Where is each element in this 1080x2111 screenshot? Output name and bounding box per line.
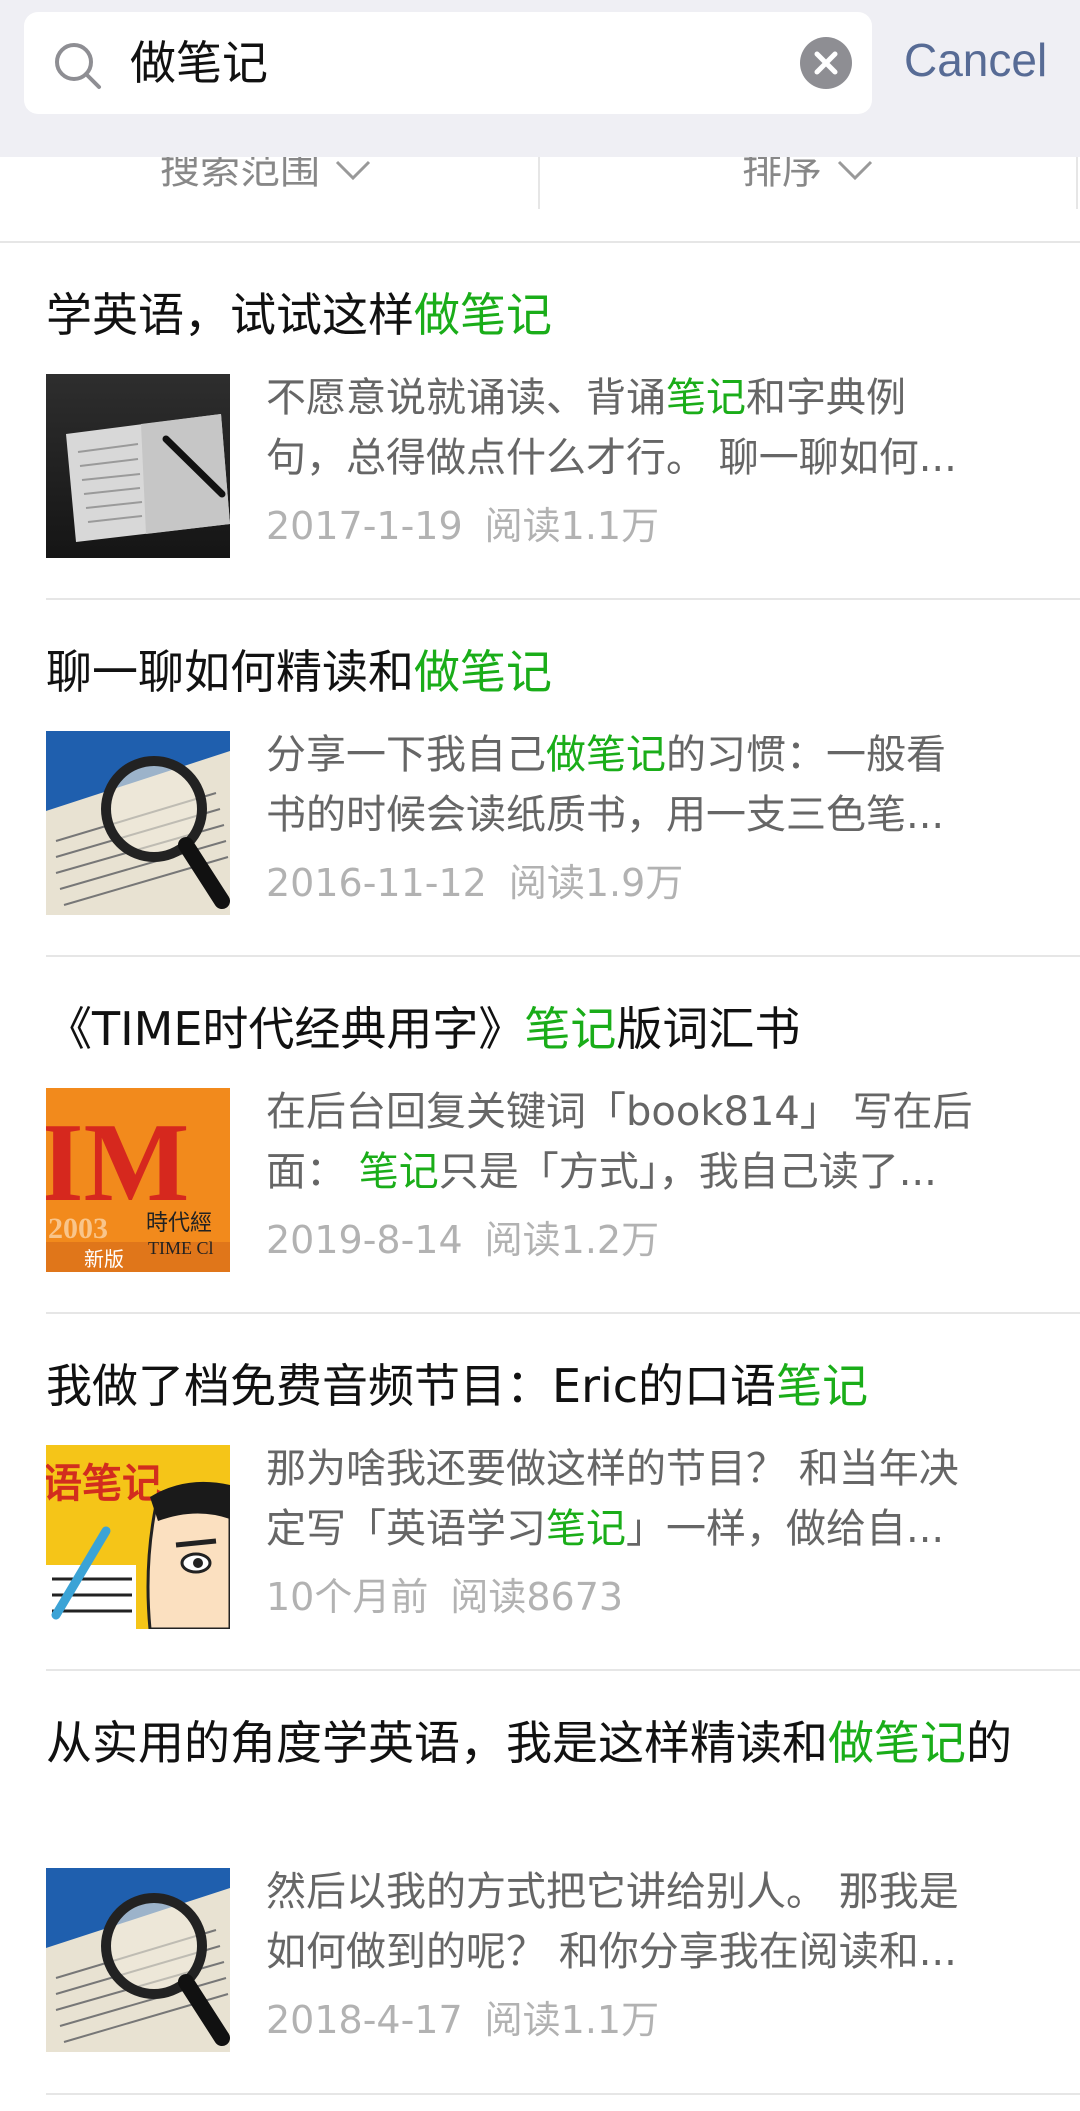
result-snippet-line: 分享一下我自己做笔记的习惯：一般看 xyxy=(266,732,946,778)
result-date: 2017-1-19 xyxy=(266,504,463,548)
result-thumbnail xyxy=(46,1868,230,2052)
result-reads: 阅读1.9万 xyxy=(508,861,684,905)
result-reads: 阅读1.1万 xyxy=(484,504,660,548)
result-reads: 阅读1.1万 xyxy=(484,1998,660,2042)
result-snippet-line: 面： 笔记只是「方式」，我自己读了... xyxy=(266,1149,937,1195)
result-thumbnail xyxy=(46,374,230,558)
filter-divider xyxy=(538,157,540,209)
result-meta: 2017-1-19 阅读1.1万 xyxy=(266,501,659,551)
search-result-item[interactable]: 学英语，试试这样做笔记 不愿意说就诵读、背诵笔记和字典例 句，总得做点什么才行。… xyxy=(46,241,1080,600)
search-result-item[interactable]: 聊一聊如何精读和做笔记 分享一下我自己做笔记的习惯：一般看 书的时候会读纸质书，… xyxy=(46,598,1080,957)
cancel-button[interactable]: Cancel xyxy=(904,30,1047,90)
filter-bar: 搜索范围 排序 xyxy=(0,157,1080,243)
clear-icon[interactable] xyxy=(800,37,852,89)
svg-text:语笔记: 语笔记 xyxy=(46,1461,162,1507)
open-book-with-pen-image xyxy=(46,374,230,558)
chevron-down-icon xyxy=(837,160,873,181)
result-meta: 10个月前 阅读8673 xyxy=(266,1572,623,1622)
result-snippet-line: 那为啥我还要做这样的节目？ 和当年决 xyxy=(266,1446,959,1492)
search-scope-label: 搜索范围 xyxy=(160,157,320,193)
result-snippet-line: 在后台回复关键词「book814」 写在后 xyxy=(266,1089,973,1135)
search-query[interactable]: 做笔记 xyxy=(130,34,268,92)
time-book-cover-image: IM 2003 新版 時代經 TIME Cl xyxy=(46,1088,230,1272)
result-meta: 2016-11-12 阅读1.9万 xyxy=(266,858,683,908)
search-result-item[interactable]: 从实用的角度学英语，我是这样精读和做笔记的 然后以我的方式把它讲给别人。 那我是… xyxy=(46,1669,1080,2095)
magnifier-over-book-image xyxy=(46,731,230,915)
result-reads: 阅读8673 xyxy=(450,1575,624,1619)
result-date: 2019-8-14 xyxy=(266,1218,463,1262)
search-input[interactable]: 做笔记 xyxy=(24,12,872,114)
result-title[interactable]: 《TIME时代经典用字》笔记版词汇书 xyxy=(46,997,1046,1061)
result-title[interactable]: 我做了档免费音频节目：Eric的口语笔记 xyxy=(46,1354,1046,1418)
result-reads: 阅读1.2万 xyxy=(484,1218,660,1262)
svg-text:新版: 新版 xyxy=(84,1247,124,1271)
search-scope-dropdown[interactable]: 搜索范围 xyxy=(160,157,372,209)
result-snippet-line: 句，总得做点什么才行。 聊一聊如何... xyxy=(266,435,957,481)
result-title[interactable]: 学英语，试试这样做笔记 xyxy=(46,283,1046,347)
result-title[interactable]: 从实用的角度学英语，我是这样精读和做笔记的 xyxy=(46,1711,1026,1775)
sort-label: 排序 xyxy=(742,157,822,193)
svg-text:TIME Cl: TIME Cl xyxy=(148,1238,214,1258)
result-title[interactable]: 聊一聊如何精读和做笔记 xyxy=(46,640,1046,704)
result-snippet-line: 然后以我的方式把它讲给别人。 那我是 xyxy=(266,1869,959,1915)
result-snippet-line: 书的时候会读纸质书，用一支三色笔... xyxy=(266,792,945,838)
result-snippet-line: 如何做到的呢？ 和你分享我在阅读和... xyxy=(266,1929,957,1975)
search-icon xyxy=(55,43,101,89)
result-date: 10个月前 xyxy=(266,1575,429,1619)
result-snippet-line: 不愿意说就诵读、背诵笔记和字典例 xyxy=(266,375,906,421)
result-date: 2016-11-12 xyxy=(266,861,487,905)
svg-text:2003: 2003 xyxy=(48,1212,108,1245)
svg-text:時代經: 時代經 xyxy=(146,1211,212,1236)
result-date: 2018-4-17 xyxy=(266,1998,463,2042)
search-header: 做笔记 Cancel xyxy=(0,0,1080,157)
search-result-item[interactable]: 《TIME时代经典用字》笔记版词汇书 IM 2003 新版 時代經 TIME C… xyxy=(46,955,1080,1314)
result-meta: 2018-4-17 阅读1.1万 xyxy=(266,1995,659,2045)
result-thumbnail: IM 2003 新版 時代經 TIME Cl xyxy=(46,1088,230,1272)
chevron-down-icon xyxy=(335,160,371,181)
result-thumbnail: 语笔记 xyxy=(46,1445,230,1629)
filter-divider xyxy=(1076,157,1078,209)
search-result-item[interactable]: 我做了档免费音频节目：Eric的口语笔记 语笔记 那为啥我还要做这样的节目？ 和… xyxy=(46,1312,1080,1671)
sort-dropdown[interactable]: 排序 xyxy=(742,157,874,209)
magnifier-over-book-image xyxy=(46,1868,230,2052)
cartoon-notes-cover-image: 语笔记 xyxy=(46,1445,230,1629)
result-thumbnail xyxy=(46,731,230,915)
svg-text:IM: IM xyxy=(46,1101,189,1225)
result-meta: 2019-8-14 阅读1.2万 xyxy=(266,1215,659,1265)
result-snippet-line: 定写「英语学习笔记」一样，做给自... xyxy=(266,1506,945,1552)
